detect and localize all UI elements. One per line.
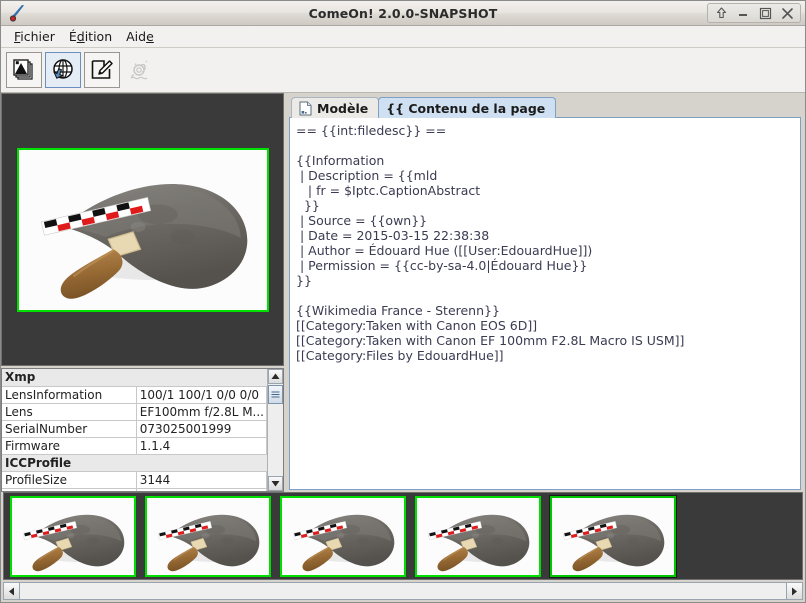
metadata-group-row: ICCProfile — [2, 454, 267, 472]
metadata-value: 3144 — [136, 471, 268, 489]
tab-contenu-page[interactable]: {{ Contenu de la page — [378, 97, 557, 118]
thumbnail-strip-container — [1, 492, 805, 602]
menu-fichier-label: ichier — [20, 29, 55, 44]
title-bar: ComeOn! 2.0.0-SNAPSHOT — [1, 1, 805, 26]
table-row[interactable]: SerialNumber 073025001999 — [2, 420, 268, 438]
thumbnail-horizontal-scrollbar[interactable] — [3, 582, 803, 600]
globe-upload-icon — [51, 58, 75, 82]
scroll-down-arrow-icon[interactable] — [268, 476, 283, 491]
application-window: ComeOn! 2.0.0-SNAPSHOT Fichier Édition A… — [0, 0, 806, 603]
pencil-square-icon — [90, 58, 114, 82]
metadata-value: 073025001999 — [136, 420, 268, 438]
metadata-panel: Xmp LensInformation 100/1 100/1 0/0 0/0 … — [1, 368, 284, 492]
document-icon — [299, 101, 312, 116]
menu-aide-pre: Aid — [126, 29, 147, 44]
page-content-editor[interactable]: == {{int:filedesc}} == {{Information | D… — [289, 117, 801, 490]
upload-to-wiki-button[interactable] — [45, 52, 81, 88]
thumbnail-5[interactable] — [550, 495, 676, 577]
menu-edition-pre: É — [68, 29, 77, 44]
thumbnail-1[interactable] — [10, 495, 136, 577]
image-preview-panel[interactable] — [1, 93, 284, 366]
edit-template-button[interactable] — [84, 52, 120, 88]
scrollbar-thumb[interactable] — [268, 385, 283, 404]
metadata-value: 1.1.4 — [136, 437, 268, 455]
menu-fichier[interactable]: Fichier — [7, 27, 62, 46]
tab-contenu-page-label: {{ Contenu de la page — [386, 100, 546, 116]
metadata-key: LensInformation — [2, 386, 137, 404]
minimize-button[interactable] — [732, 4, 754, 22]
image-preview — [16, 147, 269, 312]
thumbnail-3[interactable] — [280, 495, 406, 577]
metadata-table-body: Xmp LensInformation 100/1 100/1 0/0 0/0 … — [2, 369, 268, 491]
rollup-button[interactable] — [710, 4, 732, 22]
photo-stack-icon — [12, 58, 36, 82]
main-content: Xmp LensInformation 100/1 100/1 0/0 0/0 … — [1, 93, 805, 492]
menu-edition-mnemonic: d — [76, 29, 85, 44]
metadata-vertical-scrollbar[interactable] — [267, 369, 283, 491]
metadata-key: SerialNumber — [2, 420, 137, 438]
menu-aide[interactable]: Aide — [119, 27, 161, 46]
metadata-group-label: Xmp — [2, 369, 267, 387]
maximize-button[interactable] — [754, 4, 776, 22]
metadata-key: Firmware — [2, 437, 137, 455]
right-column: Modèle {{ Contenu de la page == {{int:fi… — [289, 93, 805, 492]
metadata-key: ProfileSize — [2, 471, 137, 489]
thumbnail-2[interactable] — [145, 495, 271, 577]
question-snail-icon — [129, 58, 153, 82]
table-row[interactable]: LensInformation 100/1 100/1 0/0 0/0 — [2, 386, 268, 404]
tab-modele[interactable]: Modèle — [291, 97, 380, 118]
scroll-right-arrow-icon[interactable] — [786, 583, 802, 599]
metadata-value: 100/1 100/1 0/0 0/0 — [136, 386, 268, 404]
left-column: Xmp LensInformation 100/1 100/1 0/0 0/0 … — [1, 93, 284, 492]
scroll-left-arrow-icon[interactable] — [4, 583, 20, 599]
table-row[interactable]: Firmware 1.1.4 — [2, 437, 268, 455]
window-controls — [707, 3, 801, 23]
metadata-key: Lens — [2, 403, 137, 421]
menu-edition[interactable]: Édition — [62, 27, 119, 46]
tab-strip: Modèle {{ Contenu de la page — [289, 96, 801, 118]
thumbnail-strip[interactable] — [3, 492, 803, 580]
tab-modele-label: Modèle — [317, 100, 369, 116]
scrollbar-track[interactable] — [268, 404, 283, 476]
thumbnail-4[interactable] — [415, 495, 541, 577]
window-title: ComeOn! 2.0.0-SNAPSHOT — [308, 5, 498, 21]
toolbar — [1, 48, 805, 93]
metadata-table[interactable]: Xmp LensInformation 100/1 100/1 0/0 0/0 … — [2, 369, 268, 491]
metadata-value: EF100mm f/2.8L M... — [136, 403, 268, 421]
table-row[interactable]: ProfileSize 3144 — [2, 471, 268, 489]
scroll-up-arrow-icon[interactable] — [268, 369, 283, 384]
menu-edition-label: ition — [84, 29, 113, 44]
scrollbar-track[interactable] — [20, 583, 786, 599]
open-files-button[interactable] — [6, 52, 42, 88]
app-icon — [6, 3, 28, 23]
table-row[interactable]: Lens EF100mm f/2.8L M... — [2, 403, 268, 421]
metadata-group-row: Xmp — [2, 369, 267, 387]
menu-aide-mnemonic: e — [146, 29, 154, 44]
help-button — [123, 52, 159, 88]
metadata-group-label: ICCProfile — [2, 454, 267, 472]
menu-bar: Fichier Édition Aide — [1, 26, 805, 48]
close-button[interactable] — [776, 4, 798, 22]
